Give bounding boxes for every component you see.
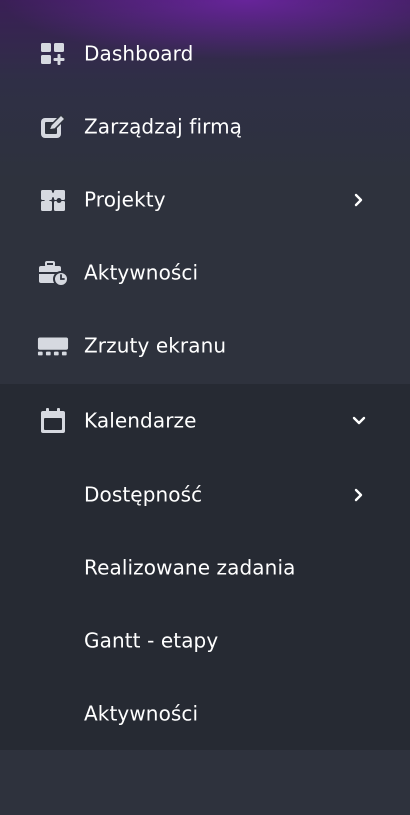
menu-item-label: Aktywności (84, 260, 199, 285)
submenu-item-label: Realizowane zadania (84, 555, 296, 580)
menu-item-label: Dashboard (84, 41, 194, 66)
menu-item-dashboard[interactable]: Dashboard (0, 17, 410, 90)
submenu-item-tasks-in-progress[interactable]: Realizowane zadania (0, 531, 410, 604)
menu-item-label: Zrzuty ekranu (84, 333, 227, 358)
menu-item-activities[interactable]: Aktywności (0, 236, 410, 309)
chevron-right-icon (352, 193, 366, 207)
calendar-submenu: Kalendarze Dostępność Realizowane zadani… (0, 384, 410, 750)
menu-item-label: Kalendarze (84, 408, 197, 433)
menu-item-label: Zarządzaj firmą (84, 114, 243, 139)
menu-item-label: Projekty (84, 187, 166, 212)
submenu-item-label: Gantt - etapy (84, 628, 219, 653)
menu-item-projects[interactable]: Projekty (0, 163, 410, 236)
chevron-down-icon (352, 414, 366, 428)
submenu-item-gantt-stages[interactable]: Gantt - etapy (0, 604, 410, 677)
calendar-icon (37, 407, 69, 435)
menu-item-calendars[interactable]: Kalendarze (0, 384, 410, 457)
screen-icon (37, 332, 69, 360)
menu-item-screenshots[interactable]: Zrzuty ekranu (0, 309, 410, 382)
submenu-item-label: Dostępność (84, 482, 203, 507)
chevron-right-icon (352, 488, 366, 502)
menu-item-manage-company[interactable]: Zarządzaj firmą (0, 90, 410, 163)
edit-icon (37, 113, 69, 141)
sidebar-menu: Dashboard Zarządzaj firmą Projekty Aktyw… (0, 0, 410, 815)
submenu-item-label: Aktywności (84, 701, 199, 726)
briefcase-clock-icon (37, 259, 69, 287)
submenu-item-availability[interactable]: Dostępność (0, 458, 410, 531)
submenu-item-activities[interactable]: Aktywności (0, 677, 410, 750)
puzzle-icon (37, 186, 69, 214)
dashboard-icon (37, 40, 69, 68)
